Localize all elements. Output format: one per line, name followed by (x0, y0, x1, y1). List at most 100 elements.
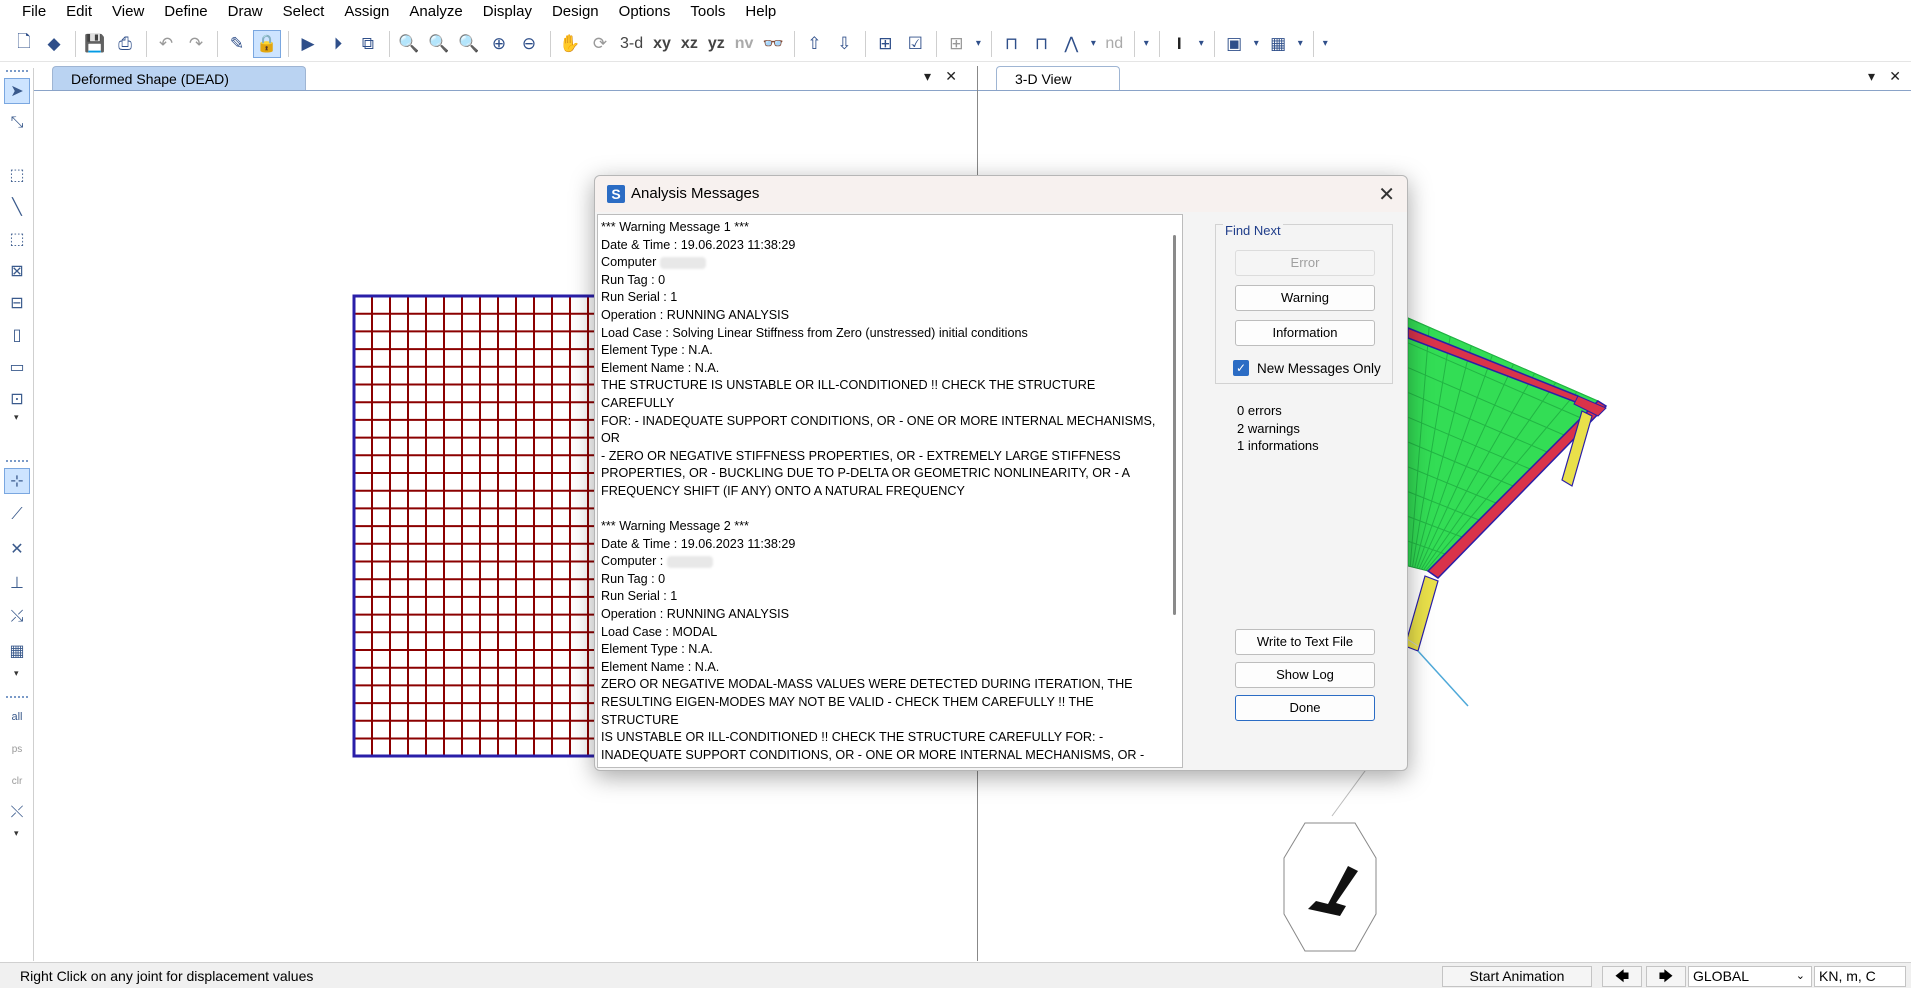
lock-icon[interactable]: 🔒 (253, 29, 281, 58)
zoom-out-icon[interactable]: ⊖ (515, 30, 543, 58)
toolbar-dropdown-icon[interactable]: ▾ (972, 30, 984, 58)
zoom-previous-icon[interactable]: 🔍 (425, 30, 453, 58)
toolbar-divider (288, 30, 289, 57)
menu-define[interactable]: Define (154, 0, 217, 24)
draw-poly-area-icon[interactable]: ▯ (4, 322, 30, 348)
pan-hand-icon[interactable]: ✋ (556, 30, 584, 58)
snap-perpendicular-icon[interactable]: ⊥ (4, 570, 30, 596)
snap-line-icon[interactable]: ⟋ (4, 502, 30, 528)
intersecting-line-select-icon[interactable]: ⤬ (4, 800, 30, 826)
truss-dropdown-icon[interactable]: ▾ (1087, 30, 1099, 58)
view-yz-button[interactable]: yz (704, 30, 729, 58)
draw-rect-area-icon[interactable]: ▭ (4, 354, 30, 380)
start-animation-button[interactable]: Start Animation (1442, 966, 1592, 987)
support-line (1417, 650, 1469, 707)
draw-portal-icon[interactable]: ⊓ (1027, 30, 1055, 58)
run-selected-icon[interactable]: ⧉ (354, 30, 382, 58)
snap-extension-icon[interactable]: ⤯ (4, 604, 30, 630)
rotate-icon[interactable]: ⟳ (586, 30, 614, 58)
toolbar-grip (6, 70, 28, 72)
draw-joint-icon[interactable]: ⬚ (4, 162, 30, 188)
snap-intersection-icon[interactable]: ✕ (4, 536, 30, 562)
table-dropdown-icon[interactable]: ▾ (1294, 30, 1306, 58)
run-analysis-icon[interactable]: ▶ (294, 30, 322, 58)
nd-dropdown-icon[interactable]: ▾ (1140, 30, 1152, 58)
draw-quad-icon[interactable]: ⊟ (4, 290, 30, 316)
pointer-icon[interactable]: ➤ (4, 78, 30, 104)
select-dropdown-icon[interactable]: ▾ (14, 828, 19, 839)
draw-brace-icon[interactable]: ⊠ (4, 258, 30, 284)
edit-pencil-icon[interactable]: ✎ (223, 30, 251, 58)
view-nv-button[interactable]: nv (731, 30, 758, 58)
select-all-icon[interactable]: all (4, 704, 30, 730)
draw-line-icon[interactable]: ╲ (4, 194, 30, 220)
menu-select[interactable]: Select (273, 0, 335, 24)
area-dropdown-icon[interactable]: ▾ (1250, 30, 1262, 58)
redo-icon[interactable]: ↷ (182, 30, 210, 58)
check-model-icon[interactable]: ☑ (901, 30, 929, 58)
snap-grid-icon[interactable]: ▦ (4, 638, 30, 664)
quick-draw-area-icon[interactable]: ⊡ (4, 386, 30, 412)
table-icon[interactable]: ▦ (1264, 30, 1292, 58)
clear-select-icon[interactable]: clr (4, 768, 30, 794)
zoom-default-icon[interactable]: 🔍 (455, 30, 483, 58)
menu-draw[interactable]: Draw (218, 0, 273, 24)
units-select[interactable]: KN, m, C (1814, 966, 1906, 987)
menu-analyze[interactable]: Analyze (399, 0, 472, 24)
new-file-icon[interactable]: 🗋 (10, 30, 38, 58)
run-now-icon[interactable]: ⏵ (324, 30, 352, 58)
find-next-label: Find Next (1223, 223, 1283, 238)
nd-button[interactable]: nd (1101, 30, 1127, 58)
draw-area-icon[interactable]: ⬚ (4, 226, 30, 252)
messages-scrollbar[interactable] (1173, 235, 1176, 615)
save-icon[interactable]: 💾 (81, 30, 109, 58)
messages-text-area[interactable]: *** Warning Message 1 *** Date & Time : 1… (597, 214, 1183, 768)
next-mode-arrow-icon[interactable]: 🡆 (1646, 966, 1686, 987)
menu-display[interactable]: Display (473, 0, 542, 24)
menu-file[interactable]: File (12, 0, 56, 24)
print-icon[interactable]: ⎙ (111, 30, 139, 58)
section-i-icon[interactable]: I (1165, 30, 1193, 58)
undo-icon[interactable]: ↶ (152, 30, 180, 58)
display-options-icon[interactable]: ⊞ (871, 30, 899, 58)
menu-help[interactable]: Help (735, 0, 786, 24)
view-xy-button[interactable]: xy (649, 30, 675, 58)
move-down-icon[interactable]: ⇩ (830, 30, 858, 58)
find-error-button[interactable]: Error (1235, 250, 1375, 276)
assign-grid-icon[interactable]: ⊞ (942, 30, 970, 58)
section-dropdown-icon[interactable]: ▾ (1195, 30, 1207, 58)
done-button[interactable]: Done (1235, 695, 1375, 721)
more-dropdown-icon[interactable]: ▾ (1319, 30, 1331, 58)
reshaper-icon[interactable]: ⤡ (4, 110, 30, 136)
area-section-icon[interactable]: ▣ (1220, 30, 1248, 58)
view-xz-button[interactable]: xz (677, 30, 702, 58)
perspective-glasses-icon[interactable]: 👓 (759, 30, 787, 58)
find-information-button[interactable]: Information (1235, 320, 1375, 346)
previous-mode-arrow-icon[interactable]: 🡄 (1602, 966, 1642, 987)
menu-design[interactable]: Design (542, 0, 609, 24)
open-file-icon[interactable]: ◆ (40, 30, 68, 58)
draw-dropdown-icon[interactable]: ▾ (14, 412, 19, 423)
zoom-window-icon[interactable]: 🔍 (395, 30, 423, 58)
message-gap (601, 501, 1167, 519)
snap-dropdown-icon[interactable]: ▾ (14, 668, 19, 679)
snap-joint-icon[interactable]: ⊹ (4, 468, 30, 494)
new-messages-only-checkbox[interactable]: ✓ New Messages Only (1233, 358, 1381, 378)
menu-options[interactable]: Options (609, 0, 681, 24)
menu-tools[interactable]: Tools (680, 0, 735, 24)
previous-select-icon[interactable]: ps (4, 736, 30, 762)
dialog-title-bar[interactable]: S Analysis Messages ✕ (595, 176, 1407, 212)
zoom-in-icon[interactable]: ⊕ (485, 30, 513, 58)
view-3d-button[interactable]: 3-d (616, 30, 647, 58)
menu-edit[interactable]: Edit (56, 0, 102, 24)
show-log-button[interactable]: Show Log (1235, 662, 1375, 688)
move-up-icon[interactable]: ⇧ (800, 30, 828, 58)
menu-assign[interactable]: Assign (334, 0, 399, 24)
coord-system-select[interactable]: GLOBAL ⌄ (1688, 966, 1812, 987)
find-warning-button[interactable]: Warning (1235, 285, 1375, 311)
write-to-text-file-button[interactable]: Write to Text File (1235, 629, 1375, 655)
close-icon[interactable]: ✕ (1378, 182, 1395, 207)
draw-frame-icon[interactable]: ⊓ (997, 30, 1025, 58)
draw-truss-icon[interactable]: ⋀ (1057, 30, 1085, 58)
menu-view[interactable]: View (102, 0, 154, 24)
